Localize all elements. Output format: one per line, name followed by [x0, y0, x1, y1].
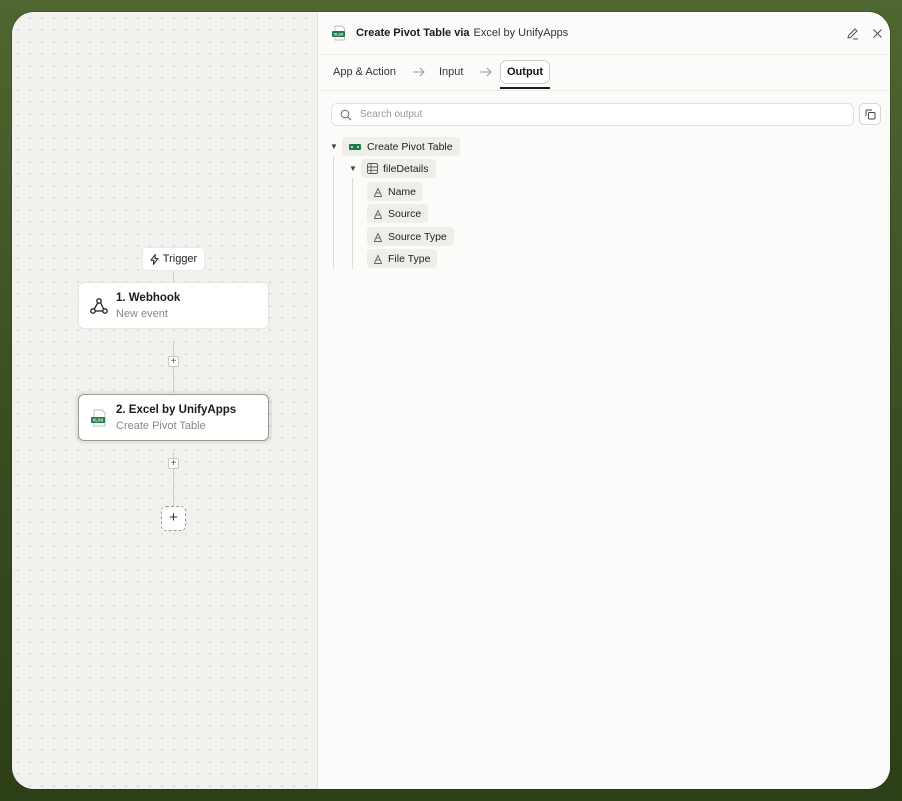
- tree-field-label: Source Type: [388, 230, 447, 243]
- arrow-right-icon: [480, 67, 492, 77]
- search-icon: [340, 109, 352, 121]
- tree-node-label: fileDetails: [383, 162, 429, 175]
- panel-title-app: Excel by UnifyApps: [473, 27, 569, 39]
- step-tabs: App & Action Input Output: [318, 55, 890, 91]
- search-box: [331, 103, 854, 126]
- workflow-canvas[interactable]: Trigger 1. Webhook New event + XLSX 2. E…: [12, 12, 317, 789]
- svg-text:XLSX: XLSX: [93, 417, 104, 422]
- tree-field-label: Source: [388, 207, 422, 220]
- node-subtitle: New event: [116, 307, 168, 320]
- tree-guide-line: [333, 156, 334, 269]
- tab-input[interactable]: Input: [439, 60, 463, 84]
- tree-field-label: Name: [388, 185, 417, 198]
- tree-field-file-type[interactable]: File Type: [367, 249, 438, 268]
- expand-caret-icon[interactable]: ▼: [349, 164, 357, 173]
- tree-field-source[interactable]: Source: [367, 204, 429, 223]
- text-type-icon: [373, 231, 383, 242]
- tree-node-group[interactable]: fileDetails: [361, 159, 436, 178]
- node-title: 2. Excel by UnifyApps: [116, 403, 237, 416]
- edit-button[interactable]: [845, 26, 859, 40]
- tree-node-label: Create Pivot Table: [367, 140, 453, 153]
- svg-text:XLSX: XLSX: [334, 32, 344, 36]
- tab-output[interactable]: Output: [500, 60, 551, 84]
- node-subtitle: Create Pivot Table: [116, 419, 206, 432]
- close-button[interactable]: [870, 26, 884, 40]
- tree-field-name[interactable]: Name: [367, 182, 424, 201]
- search-input[interactable]: [358, 108, 842, 121]
- xlsx-icon: [348, 142, 362, 152]
- copy-button[interactable]: [859, 103, 881, 125]
- xlsx-icon: XLSX: [331, 25, 347, 41]
- trigger-label: Trigger: [162, 253, 198, 265]
- table-icon: [367, 163, 378, 174]
- copy-icon: [865, 109, 875, 119]
- trigger-button[interactable]: Trigger: [142, 247, 205, 271]
- panel-header: XLSX Create Pivot Table via Excel by Uni…: [318, 12, 890, 55]
- pencil-icon: [846, 27, 858, 39]
- webhook-icon: [88, 295, 110, 317]
- expand-caret-icon[interactable]: ▼: [330, 142, 338, 151]
- insert-step-button[interactable]: +: [168, 356, 179, 367]
- tree-node-root[interactable]: Create Pivot Table: [342, 137, 460, 156]
- panel-title: Create Pivot Table via: [356, 27, 470, 39]
- text-type-icon: [373, 186, 383, 197]
- lightning-icon: [150, 253, 159, 265]
- workflow-node-excel[interactable]: XLSX 2. Excel by UnifyApps Create Pivot …: [78, 394, 269, 441]
- arrow-right-icon: [413, 67, 425, 77]
- tree-field-source-type[interactable]: Source Type: [367, 227, 454, 246]
- node-title: 1. Webhook: [116, 291, 181, 304]
- tab-app-action[interactable]: App & Action: [333, 60, 396, 84]
- text-type-icon: [373, 208, 383, 219]
- tree-field-label: File Type: [388, 252, 431, 265]
- step-details-panel: XLSX Create Pivot Table via Excel by Uni…: [317, 12, 890, 789]
- workflow-node-webhook[interactable]: 1. Webhook New event: [78, 282, 269, 329]
- connector-line: [173, 341, 174, 393]
- xlsx-icon: XLSX: [88, 407, 110, 429]
- add-step-button[interactable]: +: [161, 506, 186, 531]
- close-icon: [872, 28, 882, 38]
- app-window: Trigger 1. Webhook New event + XLSX 2. E…: [12, 12, 890, 789]
- active-tab-indicator: [500, 87, 550, 89]
- insert-step-button[interactable]: +: [168, 458, 179, 469]
- tree-guide-line: [352, 178, 353, 269]
- text-type-icon: [373, 253, 383, 264]
